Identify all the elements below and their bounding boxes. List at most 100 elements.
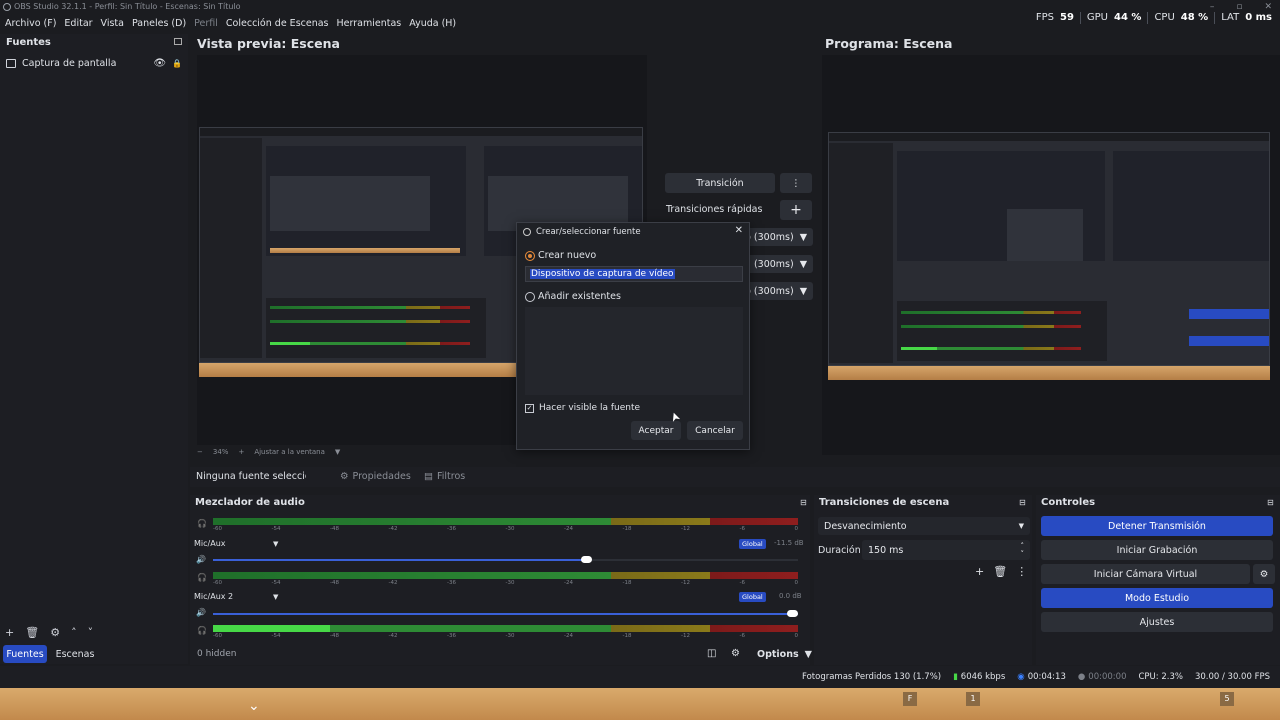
tick-label: -48 (330, 526, 339, 532)
add-existing-label: Añadir existentes (538, 291, 621, 302)
menu-paneles[interactable]: Paneles (D) (132, 15, 186, 33)
window-title-text: OBS Studio 32.1.1 - Perfil: Sin Título -… (14, 2, 241, 11)
accept-button[interactable]: Aceptar (631, 421, 681, 440)
lock-icon[interactable]: 🔒 (172, 59, 182, 68)
chevron-down-icon: ▼ (799, 231, 807, 243)
trash-icon[interactable]: 🗑 (25, 626, 39, 639)
menu-herramientas[interactable]: Herramientas (337, 15, 402, 33)
quick-transition-label: (300ms) (753, 258, 794, 270)
nested-meter (901, 325, 1081, 328)
hud-key-5: 5 (1220, 692, 1234, 706)
record-icon: ● (1077, 672, 1086, 682)
fit-window-label[interactable]: Ajustar a la ventana (254, 448, 325, 456)
filters-button[interactable]: ▤ Filtros (424, 471, 465, 482)
zoom-out-icon[interactable]: − (197, 448, 203, 456)
menu-editar[interactable]: Editar (64, 15, 92, 33)
arrow-down-icon[interactable]: ˅ (88, 626, 94, 639)
tick-label: -48 (330, 580, 339, 586)
cancel-button[interactable]: Cancelar (687, 421, 743, 440)
volume-knob[interactable] (787, 610, 798, 617)
stop-stream-button[interactable]: Detener Transmisión (1041, 516, 1273, 536)
volume-knob[interactable] (581, 556, 593, 563)
speaker-icon[interactable]: 🔊 (196, 608, 206, 617)
trash-icon[interactable]: 🗑 (993, 565, 1007, 578)
lat-label: LAT (1221, 12, 1240, 23)
chevron-down-icon[interactable]: ▼ (273, 540, 278, 548)
properties-button[interactable]: ⚙ Propiedades (340, 471, 411, 482)
tick-label: -60 (213, 580, 222, 586)
duration-label: Duración (818, 545, 861, 556)
make-visible-checkbox[interactable]: ✓ Hacer visible la fuente (525, 403, 640, 413)
duration-spinbox[interactable]: 150 ms ˄ ˅ (862, 540, 1030, 560)
undock-icon[interactable] (174, 38, 182, 45)
existing-sources-list[interactable] (525, 307, 743, 395)
headphones-icon[interactable]: 🎧 (197, 519, 207, 528)
studio-mode-button[interactable]: Modo Estudio (1041, 588, 1273, 608)
arrow-up-icon[interactable]: ˄ (71, 626, 77, 639)
divider (1079, 12, 1081, 24)
add-quick-transition-icon[interactable]: + (780, 200, 812, 220)
menu-ayuda[interactable]: Ayuda (H) (409, 15, 456, 33)
chevron-down-icon[interactable]: ▼ (273, 593, 278, 601)
speaker-icon[interactable]: 🔊 (196, 555, 206, 564)
more-menu-icon[interactable]: ⋮ (1016, 565, 1027, 578)
headphones-icon[interactable]: 🎧 (197, 626, 207, 635)
zoom-in-icon[interactable]: + (238, 448, 244, 456)
transition-select[interactable]: Desvanecimiento ▼ (818, 517, 1030, 535)
spin-arrows-icon[interactable]: ˄ ˅ (1021, 542, 1025, 558)
gear-icon[interactable]: ⚙ (50, 626, 60, 639)
headphones-icon[interactable]: 🎧 (197, 573, 207, 582)
nested-sources (200, 138, 262, 358)
add-existing-option[interactable]: Añadir existentes (525, 291, 621, 302)
program-title: Programa: Escena (825, 36, 953, 51)
more-menu-icon[interactable]: ⋮ (780, 173, 812, 193)
add-icon[interactable]: + (5, 626, 14, 639)
quick-transition-item[interactable]: (300ms) ▼ (745, 255, 813, 273)
add-icon[interactable]: + (975, 565, 984, 578)
tick-label: -18 (622, 580, 632, 586)
start-virtualcam-button[interactable]: Iniciar Cámara Virtual (1041, 564, 1250, 584)
quick-transition-label: o (300ms) (745, 231, 794, 243)
undock-icon[interactable]: ⊟ (800, 498, 807, 507)
chevron-down-icon[interactable]: ▼ (335, 448, 340, 456)
quick-transition-item[interactable]: o (300ms) ▼ (745, 282, 813, 300)
close-icon[interactable]: ✕ (735, 225, 743, 236)
hidden-count: 0 hidden (197, 649, 237, 659)
source-name-input[interactable]: Dispositivo de captura de vídeo (525, 266, 743, 282)
nested-meter (901, 347, 1081, 350)
signal-bars-icon: ▮ (953, 672, 958, 682)
quick-transition-item[interactable]: o (300ms) ▼ (745, 228, 813, 246)
game-sand-strip (199, 363, 517, 377)
nested-title (829, 133, 1269, 141)
transition-actions: + 🗑 ⋮ (975, 565, 1027, 578)
gear-icon[interactable]: ⚙ (1253, 564, 1275, 584)
game-background (0, 688, 1280, 720)
tab-fuentes[interactable]: Fuentes (3, 645, 47, 663)
filters-label: Filtros (436, 471, 466, 482)
tick-label: -24 (564, 526, 573, 532)
undock-icon[interactable]: ⊟ (1267, 498, 1274, 507)
options-button[interactable]: Options ▼ (757, 649, 812, 660)
settings-button[interactable]: Ajustes (1041, 612, 1273, 632)
volume-slider-track[interactable] (213, 559, 798, 561)
tab-escenas[interactable]: Escenas (53, 645, 97, 663)
mixer-settings-icon[interactable]: ⚙ (731, 648, 740, 659)
tick-label: -54 (271, 633, 281, 639)
undock-icon[interactable]: ⊟ (1019, 498, 1026, 507)
menu-vista[interactable]: Vista (101, 15, 124, 33)
tick-label: -30 (505, 580, 515, 586)
eye-icon[interactable]: 👁 (153, 58, 166, 69)
volume-slider-track[interactable] (213, 613, 798, 615)
audio-meter (213, 625, 798, 632)
chevron-down-icon: ▼ (804, 649, 812, 660)
menu-archivo[interactable]: Archivo (F) (5, 15, 56, 33)
menu-perfil[interactable]: Perfil (194, 15, 218, 33)
layout-icon[interactable]: ◫ (707, 648, 716, 659)
create-new-option[interactable]: Crear nuevo (525, 250, 596, 261)
tick-label: -30 (505, 633, 515, 639)
start-recording-button[interactable]: Iniciar Grabación (1041, 540, 1273, 560)
rec-time: 00:00:00 (1088, 672, 1127, 682)
transition-button[interactable]: Transición (665, 173, 775, 193)
source-item[interactable]: Captura de pantalla 👁 🔒 (6, 55, 182, 71)
menu-coleccion[interactable]: Colección de Escenas (226, 15, 329, 33)
